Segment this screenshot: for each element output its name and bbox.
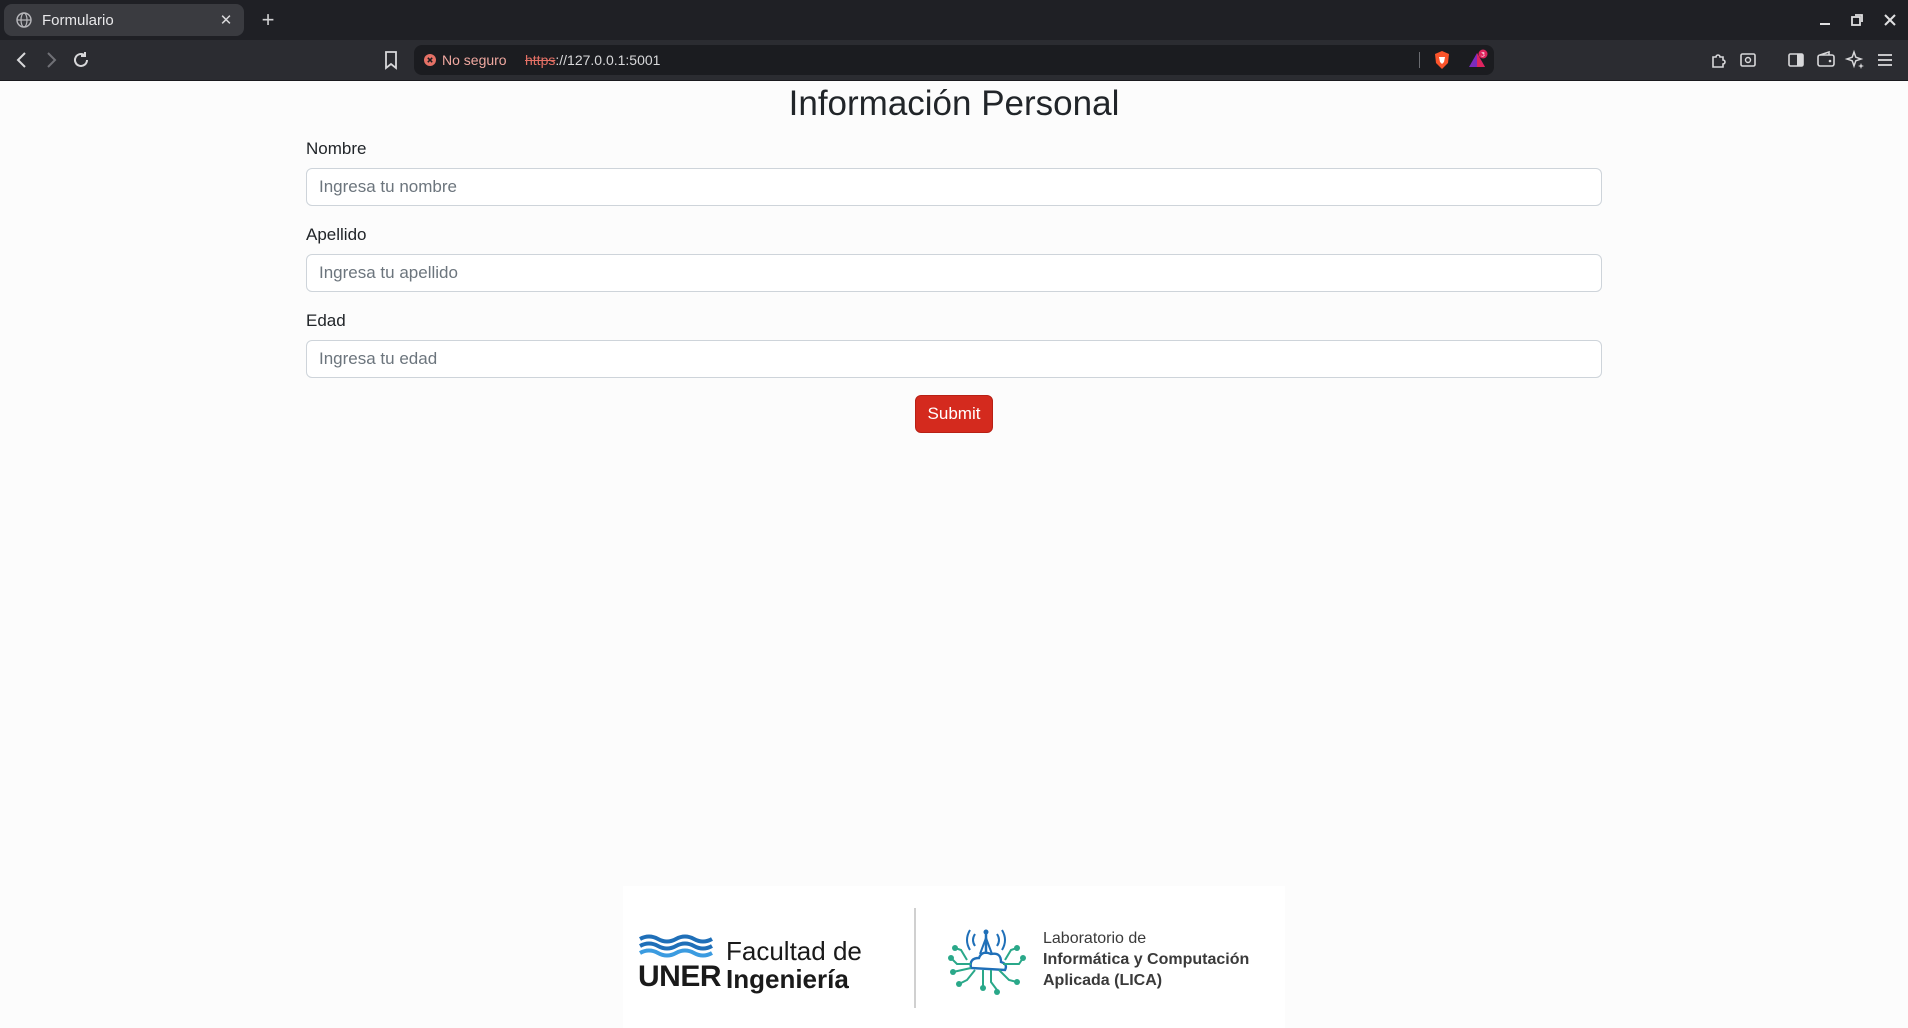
url-separator [1419,52,1420,68]
close-window-icon[interactable] [1880,10,1900,30]
leo-ai-icon[interactable] [1844,49,1866,71]
url-text[interactable]: https://127.0.0.1:5001 [525,45,660,75]
sidebar-icon[interactable] [1785,49,1807,71]
lab-line3: Aplicada (LICA) [1043,972,1163,989]
minimize-icon[interactable] [1815,10,1835,30]
page-content: Información Personal Nombre Apellido Eda… [0,81,1908,1028]
security-label: No seguro [442,52,507,68]
new-tab-button[interactable]: + [256,8,280,32]
apellido-label: Apellido [306,225,367,244]
browser-tab[interactable]: Formulario ✕ [4,4,244,36]
notification-count: 3 [1481,50,1485,58]
browser-toolbar: No seguro https://127.0.0.1:5001 3 [0,40,1908,81]
forward-icon[interactable] [40,49,62,71]
page-title: Información Personal [788,84,1120,123]
footer-logos: UNER Facultad de Ingeniería Laboratorio … [623,886,1285,1028]
security-indicator[interactable]: No seguro [424,45,507,75]
submit-button[interactable]: Submit [915,395,993,433]
reload-icon[interactable] [70,49,92,71]
close-tab-icon[interactable]: ✕ [218,11,234,29]
apellido-input[interactable] [306,254,1602,292]
edad-input[interactable] [306,340,1602,378]
lica-network-icon [948,929,1026,995]
faculty-line1: Facultad de [726,936,862,966]
back-icon[interactable] [11,49,33,71]
restore-icon[interactable] [1847,10,1867,30]
reader-mode-icon[interactable] [1737,49,1759,71]
url-scheme: https [525,52,556,68]
address-bar[interactable]: No seguro https://127.0.0.1:5001 3 [414,45,1494,75]
tab-title: Formulario [42,11,114,29]
edad-label: Edad [306,311,346,330]
nombre-label: Nombre [306,139,367,158]
bookmark-icon[interactable] [380,49,402,71]
uner-waves-icon [639,934,713,958]
rewards-icon[interactable]: 3 [1466,49,1488,71]
logo-divider [914,908,916,1008]
brave-shields-icon[interactable] [1432,50,1452,70]
menu-icon[interactable] [1874,49,1896,71]
lab-line1: Laboratorio de [1043,930,1147,947]
faculty-line2: Ingeniería [726,964,849,994]
url-host: ://127.0.0.1:5001 [555,52,661,68]
wallet-icon[interactable] [1815,49,1837,71]
lab-line2: Informática y Computación [1043,951,1250,968]
nombre-input[interactable] [306,168,1602,206]
extensions-icon[interactable] [1708,49,1730,71]
uner-logo-text: UNER [638,960,722,993]
tab-bar: Formulario ✕ + [0,0,1908,40]
warning-icon [424,54,436,66]
globe-icon [16,12,32,28]
